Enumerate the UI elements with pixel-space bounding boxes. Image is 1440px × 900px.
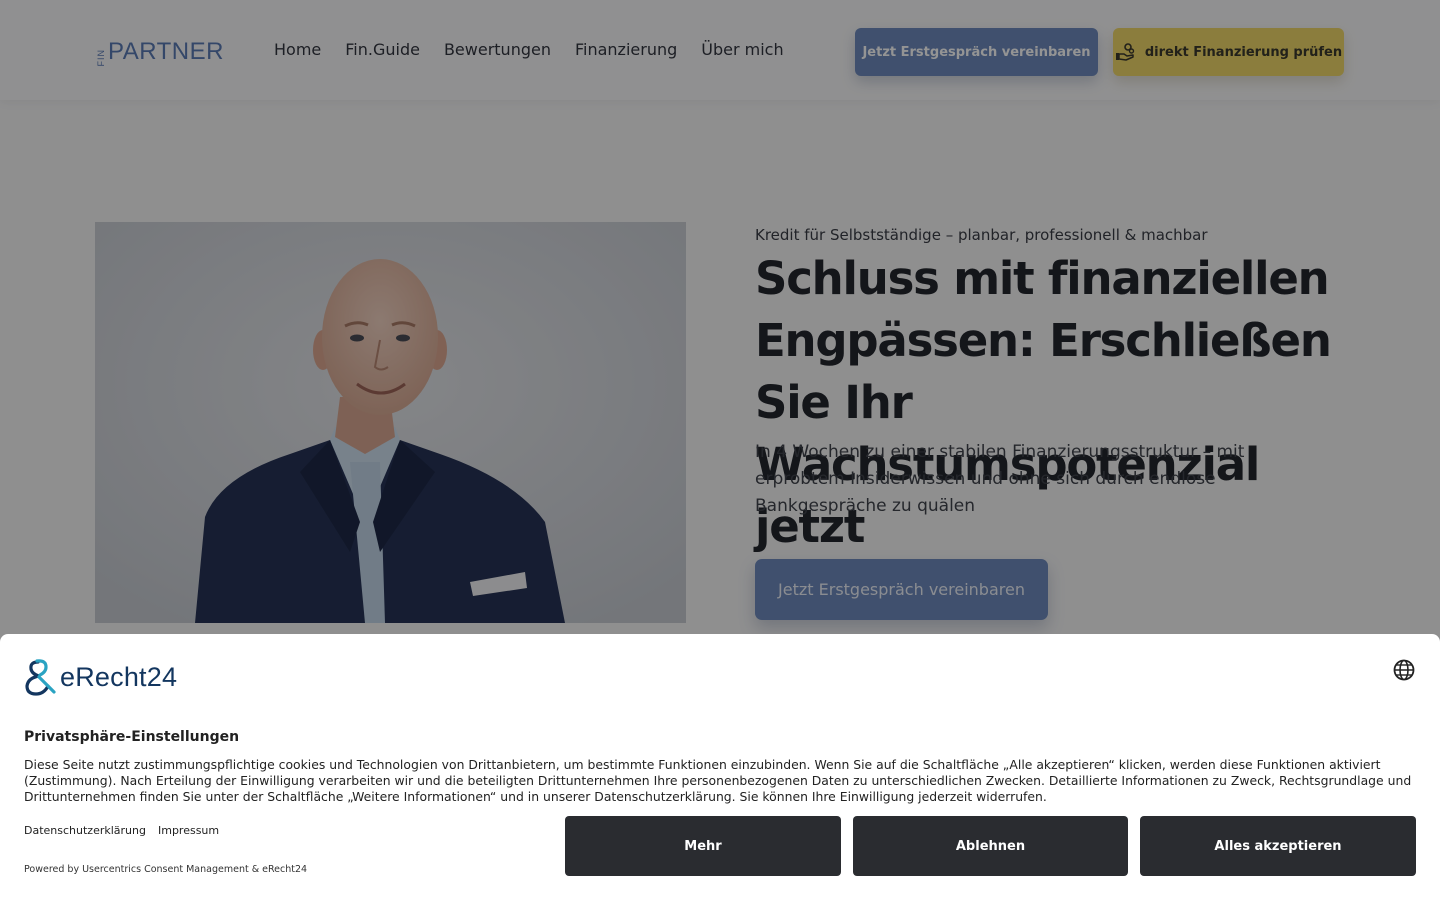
consent-accept-all-button[interactable]: Alles akzeptieren <box>1140 816 1416 876</box>
privacy-policy-link[interactable]: Datenschutzerklärung <box>24 824 146 837</box>
cookie-consent-banner: eRecht24 Privatsphäre-Einstellungen Dies… <box>0 634 1440 900</box>
consent-links: Datenschutzerklärung Impressum <box>24 824 219 837</box>
language-globe-icon[interactable] <box>1393 659 1415 681</box>
consent-more-button[interactable]: Mehr <box>565 816 841 876</box>
erecht24-logo: eRecht24 <box>24 658 177 696</box>
erecht24-symbol-icon <box>25 659 56 696</box>
erecht24-brand-text: eRecht24 <box>60 661 178 692</box>
consent-description: Diese Seite nutzt zustimmungspflichtige … <box>24 757 1412 804</box>
consent-title: Privatsphäre-Einstellungen <box>24 729 240 745</box>
consent-decline-button[interactable]: Ablehnen <box>853 816 1128 876</box>
imprint-link[interactable]: Impressum <box>158 824 219 837</box>
powered-by-text: Powered by Usercentrics Consent Manageme… <box>24 864 308 875</box>
